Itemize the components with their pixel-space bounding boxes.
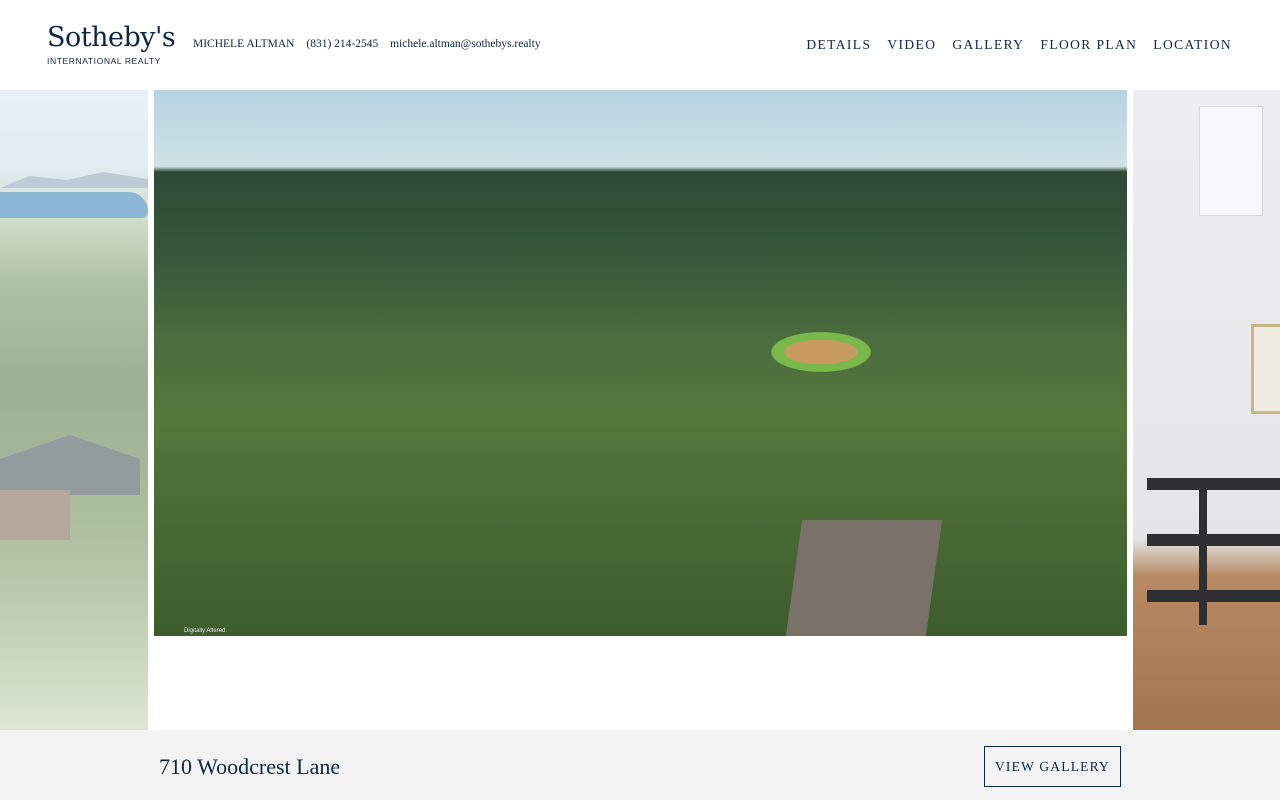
- property-footer-bar: 710 Woodcrest Lane VIEW GALLERY: [0, 730, 1280, 800]
- logo-wordmark: Sotheby's: [47, 22, 176, 53]
- wall-niche: [1199, 106, 1263, 216]
- main-nav: DETAILS VIDEO GALLERY FLOOR PLAN LOCATIO…: [790, 37, 1232, 53]
- nav-details[interactable]: DETAILS: [806, 37, 871, 53]
- bay-water: [0, 192, 148, 218]
- site-header: Sotheby's INTERNATIONAL REALTY MICHELE A…: [0, 0, 1280, 90]
- property-address: 710 Woodcrest Lane: [159, 754, 341, 779]
- logo-subtitle: INTERNATIONAL REALTY: [47, 56, 161, 66]
- nav-location[interactable]: LOCATION: [1153, 37, 1232, 53]
- agent-name: MICHELE ALTMAN: [193, 38, 295, 50]
- shelf-middle: [1147, 534, 1280, 546]
- photo-carousel[interactable]: Digitally Altered: [0, 90, 1280, 730]
- nav-gallery[interactable]: GALLERY: [952, 37, 1024, 53]
- shelf-top: [1147, 478, 1280, 490]
- previous-slide-coastal-aerial[interactable]: [0, 90, 148, 730]
- digitally-altered-watermark: Digitally Altered: [184, 628, 226, 634]
- nav-floor-plan[interactable]: FLOOR PLAN: [1040, 37, 1137, 53]
- distant-hills: [0, 172, 148, 188]
- agent-contact: MICHELE ALTMAN (831) 214-2545 michele.al…: [193, 38, 550, 50]
- agent-phone-link[interactable]: (831) 214-2545: [306, 38, 378, 50]
- house-roof: [0, 435, 140, 495]
- nav-video[interactable]: VIDEO: [887, 37, 936, 53]
- agent-email-link[interactable]: michele.altman@sothebys.realty: [390, 38, 540, 50]
- framed-artwork: [1251, 324, 1280, 414]
- next-slide-interior[interactable]: [1133, 90, 1280, 730]
- view-gallery-button[interactable]: VIEW GALLERY: [984, 746, 1121, 787]
- current-slide-aerial-neighborhood[interactable]: Digitally Altered: [154, 90, 1127, 636]
- sothebys-logo[interactable]: Sotheby's INTERNATIONAL REALTY: [47, 22, 176, 67]
- parking-lot: [785, 520, 943, 636]
- shelf-leg: [1199, 480, 1207, 625]
- shelf-bottom: [1147, 590, 1280, 602]
- house-roof-secondary: [0, 490, 70, 540]
